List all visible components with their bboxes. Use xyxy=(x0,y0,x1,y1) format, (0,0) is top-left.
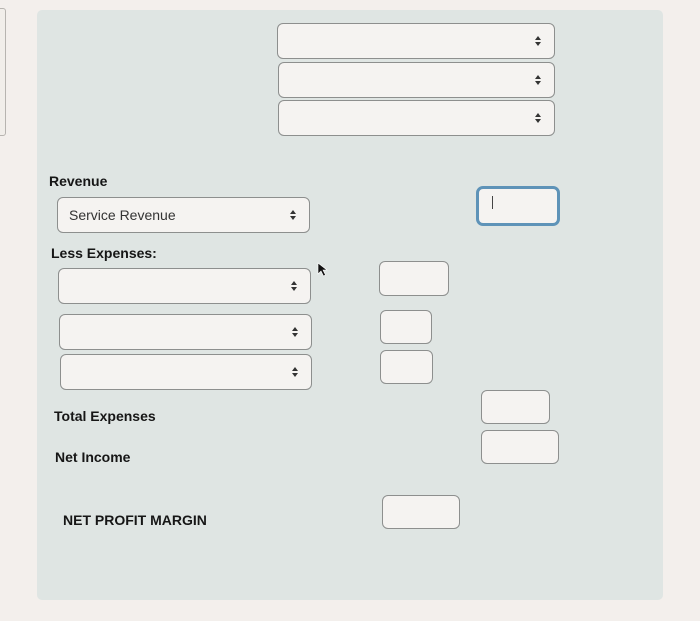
expense-amount-input-3[interactable] xyxy=(380,350,433,384)
up-down-arrows-icon xyxy=(535,36,542,46)
up-down-arrows-icon xyxy=(535,113,542,123)
header-select-3[interactable] xyxy=(278,100,555,136)
expense-account-select-3[interactable] xyxy=(60,354,312,390)
up-down-arrows-icon xyxy=(292,367,299,377)
adjacent-panel-edge xyxy=(0,8,6,136)
revenue-label: Revenue xyxy=(49,173,108,189)
total-expenses-label: Total Expenses xyxy=(54,408,156,424)
less-expenses-label: Less Expenses: xyxy=(51,245,157,261)
header-select-1[interactable] xyxy=(277,23,555,59)
expense-account-select-1[interactable] xyxy=(58,268,311,304)
net-profit-margin-input[interactable] xyxy=(382,495,460,529)
expense-account-select-2[interactable] xyxy=(59,314,312,350)
up-down-arrows-icon xyxy=(291,281,298,291)
up-down-arrows-icon xyxy=(292,327,299,337)
net-income-label: Net Income xyxy=(55,449,131,465)
revenue-account-select[interactable]: Service Revenue xyxy=(57,197,310,233)
net-profit-margin-label: NET PROFIT MARGIN xyxy=(63,512,207,528)
header-select-2[interactable] xyxy=(278,62,555,98)
expense-amount-input-1[interactable] xyxy=(379,261,449,296)
total-expenses-input[interactable] xyxy=(481,390,550,424)
mouse-pointer-icon xyxy=(317,262,328,277)
up-down-arrows-icon xyxy=(535,75,542,85)
revenue-amount-input[interactable] xyxy=(476,186,560,226)
net-income-input[interactable] xyxy=(481,430,559,464)
text-caret xyxy=(492,196,493,209)
up-down-arrows-icon xyxy=(290,210,297,220)
expense-amount-input-2[interactable] xyxy=(380,310,432,344)
select-value: Service Revenue xyxy=(69,207,176,223)
